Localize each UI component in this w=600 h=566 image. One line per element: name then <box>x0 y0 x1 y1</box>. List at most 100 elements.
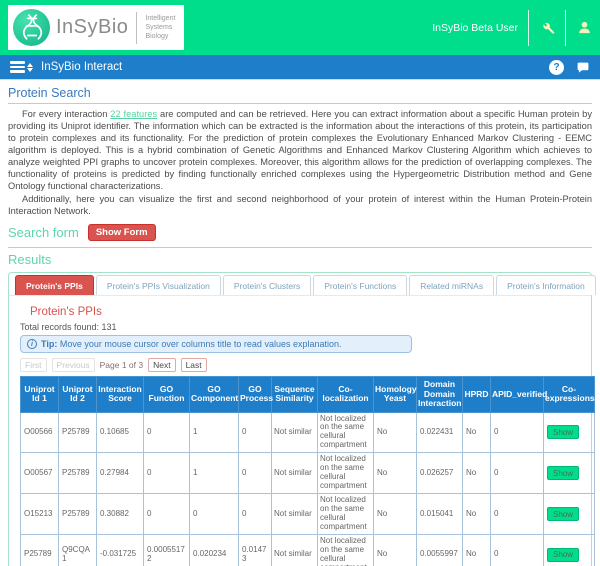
pagination-previous-button[interactable]: Previous <box>52 358 95 372</box>
page-title: Protein Search <box>8 86 592 100</box>
table-cell: O15213 <box>21 494 59 535</box>
results-tab-container: Protein's PPIsProtein's PPIs Visualizati… <box>8 272 592 566</box>
app-header: InSyBio Intelligent Systems Biology InSy… <box>0 0 600 55</box>
table-cell: No <box>463 534 491 566</box>
table-cell: 0 <box>239 453 272 494</box>
table-cell: No <box>463 412 491 453</box>
show-form-button[interactable]: Show Form <box>88 224 156 241</box>
table-cell: No <box>374 494 417 535</box>
column-header-uniprot-id-1[interactable]: Uniprot Id 1 <box>21 377 59 413</box>
column-header-sequence-similarity[interactable]: Sequence Similarity <box>272 377 318 413</box>
table-cell: 0.27984 <box>97 453 144 494</box>
table-row: O00567P257890.27984010Not similarNot loc… <box>21 453 595 494</box>
logo-tagline: Intelligent Systems Biology <box>145 14 175 41</box>
table-cell: P25789 <box>59 494 97 535</box>
protein-ppis-panel: Protein's PPIs Total records found: 131 … <box>9 296 591 566</box>
table-header-row: Uniprot Id 1Uniprot Id 2Interaction Scor… <box>21 377 595 413</box>
table-cell: 0.015041 <box>417 494 463 535</box>
table-cell: Not similar <box>272 453 318 494</box>
column-header-co-localization[interactable]: Co-localization <box>318 377 374 413</box>
table-cell: O00567 <box>21 453 59 494</box>
chat-icon[interactable] <box>576 61 590 74</box>
pagination: First Previous Page 1 of 3 Next Last <box>20 358 581 372</box>
intro-paragraph-2: Additionally, here you can visualize the… <box>8 193 592 217</box>
account-user-icon[interactable] <box>576 20 592 36</box>
app-navbar: InSyBio Interact <box>0 55 600 80</box>
total-records: Total records found: 131 <box>20 322 581 332</box>
table-cell: 0.01473 <box>239 534 272 566</box>
settings-wrench-icon[interactable] <box>539 20 555 36</box>
table-cell: 0 <box>144 453 190 494</box>
table-cell: No <box>463 453 491 494</box>
tab-related-mirnas[interactable]: Related miRNAs <box>409 275 494 295</box>
table-cell: 1 <box>190 412 239 453</box>
navbar-title: InSyBio Interact <box>41 61 122 73</box>
table-cell: 1 <box>190 453 239 494</box>
table-cell: 0 <box>144 494 190 535</box>
panel-title: Protein's PPIs <box>30 306 581 318</box>
table-cell: 0.0055997 <box>417 534 463 566</box>
logged-in-user: InSyBio Beta User <box>432 22 518 34</box>
table-cell: 0 <box>190 494 239 535</box>
tab-protein-s-ppis[interactable]: Protein's PPIs <box>15 275 94 295</box>
table-cell-coexpressions: Show <box>544 412 595 453</box>
table-cell: No <box>374 453 417 494</box>
ppi-table: Uniprot Id 1Uniprot Id 2Interaction Scor… <box>20 376 595 566</box>
pagination-first-button[interactable]: First <box>20 358 47 372</box>
table-cell: P25789 <box>59 453 97 494</box>
tab-protein-s-ppis-visualization[interactable]: Protein's PPIs Visualization <box>96 275 221 295</box>
tab-protein-s-clusters[interactable]: Protein's Clusters <box>223 275 311 295</box>
logo-wordmark: InSyBio <box>56 16 128 39</box>
features-link[interactable]: 22 features <box>110 109 157 119</box>
title-divider <box>8 103 592 104</box>
info-icon <box>27 339 37 349</box>
show-coexpressions-button[interactable]: Show <box>547 548 579 562</box>
tab-bar: Protein's PPIsProtein's PPIs Visualizati… <box>9 273 591 296</box>
column-header-apid-verified[interactable]: APID_verified <box>491 377 544 413</box>
column-header-domain-domain-interaction[interactable]: Domain Domain Interaction <box>417 377 463 413</box>
tab-protein-s-functions[interactable]: Protein's Functions <box>313 275 407 295</box>
table-cell: 0 <box>491 453 544 494</box>
column-header-go-process[interactable]: GO Process <box>239 377 272 413</box>
tab-protein-s-information[interactable]: Protein's Information <box>496 275 596 295</box>
table-cell: Q9CQA1 <box>59 534 97 566</box>
table-cell: No <box>463 494 491 535</box>
column-header-go-component[interactable]: GO Component <box>190 377 239 413</box>
section-divider <box>8 247 592 248</box>
table-cell: 0.30882 <box>97 494 144 535</box>
help-icon[interactable] <box>549 60 564 75</box>
insybio-logo[interactable]: InSyBio Intelligent Systems Biology <box>8 5 184 50</box>
header-divider <box>528 10 529 46</box>
table-cell: Not similar <box>272 494 318 535</box>
logo-divider <box>136 12 137 44</box>
column-header-go-function[interactable]: GO Function <box>144 377 190 413</box>
column-header-co-expressions[interactable]: Co-expressions <box>544 377 595 413</box>
table-cell: 0.022431 <box>417 412 463 453</box>
table-row: P25789Q9CQA1-0.0317250.000551720.0202340… <box>21 534 595 566</box>
header-user-area: InSyBio Beta User <box>432 0 592 55</box>
menu-hamburger-icon[interactable] <box>10 61 33 73</box>
results-heading: Results <box>8 252 592 267</box>
table-cell: O00566 <box>21 412 59 453</box>
table-cell-coexpressions: Show <box>544 534 595 566</box>
column-header-homology-yeast[interactable]: Homology Yeast <box>374 377 417 413</box>
intro-paragraph: For every interaction 22 features are co… <box>8 108 592 192</box>
pagination-next-button[interactable]: Next <box>148 358 175 372</box>
table-row: O15213P257890.30882000Not similarNot loc… <box>21 494 595 535</box>
table-cell: 0.10685 <box>97 412 144 453</box>
table-cell: 0 <box>239 494 272 535</box>
table-cell: Not similar <box>272 412 318 453</box>
table-cell: 0 <box>239 412 272 453</box>
dna-logo-icon <box>13 9 50 46</box>
column-header-hprd[interactable]: HPRD <box>463 377 491 413</box>
header-divider <box>565 10 566 46</box>
column-header-uniprot-id-2[interactable]: Uniprot Id 2 <box>59 377 97 413</box>
table-row: O00566P257890.10685010Not similarNot loc… <box>21 412 595 453</box>
column-header-interaction-score[interactable]: Interaction Score <box>97 377 144 413</box>
show-coexpressions-button[interactable]: Show <box>547 466 579 480</box>
pagination-last-button[interactable]: Last <box>181 358 207 372</box>
show-coexpressions-button[interactable]: Show <box>547 425 579 439</box>
show-coexpressions-button[interactable]: Show <box>547 507 579 521</box>
pagination-page-info: Page 1 of 3 <box>100 360 143 370</box>
table-cell: 0.00055172 <box>144 534 190 566</box>
